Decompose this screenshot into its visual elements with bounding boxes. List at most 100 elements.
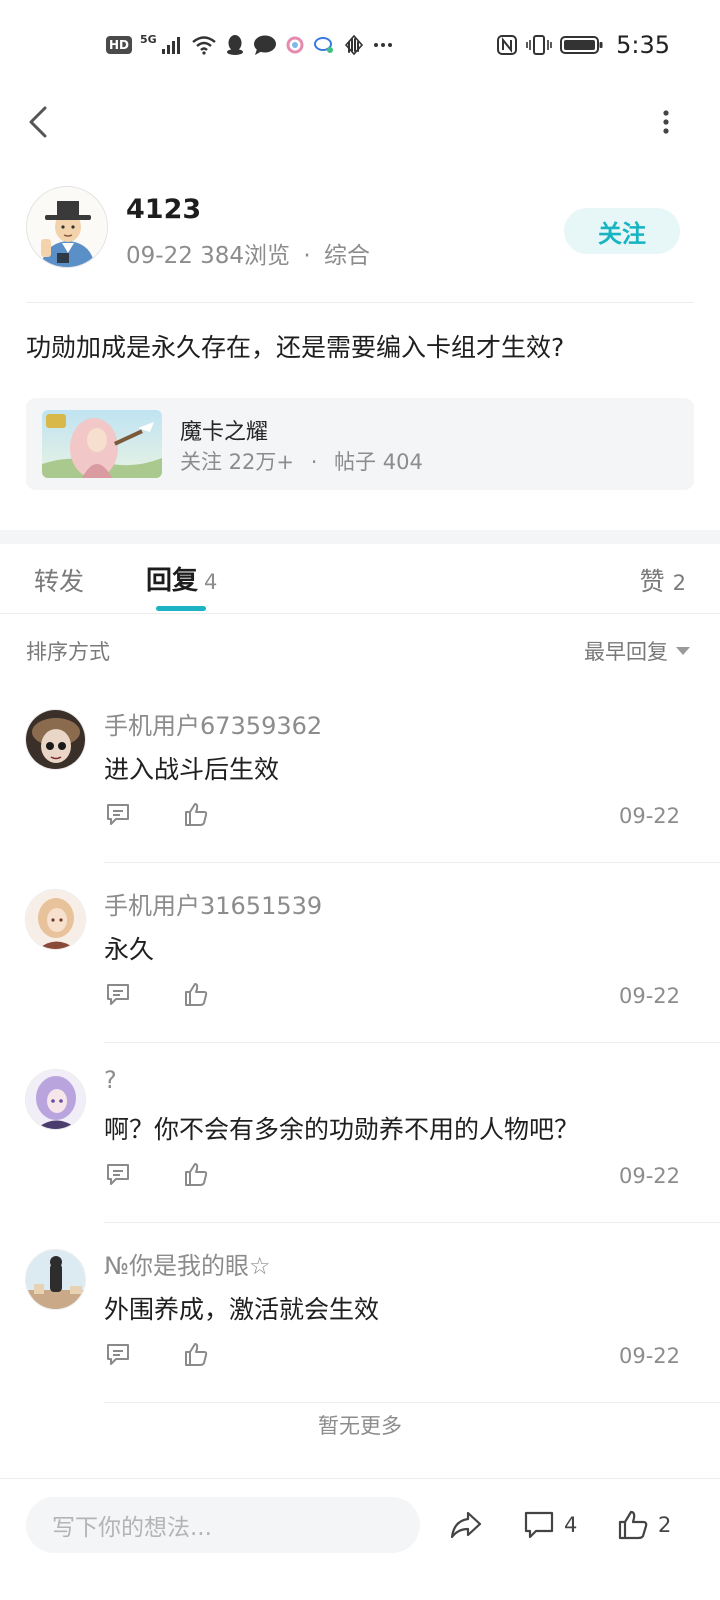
vertical-dots-icon <box>663 110 669 134</box>
reply-username[interactable]: 手机用户31651539 <box>104 886 322 921</box>
tab-reply-count: 4 <box>204 570 218 594</box>
more-notifications-icon <box>373 43 392 47</box>
reply-username[interactable]: №你是我的眼☆ <box>104 1246 270 1281</box>
tab-like-label: 赞 <box>639 567 665 596</box>
status-left-icons: HD 5G <box>106 30 393 60</box>
post-meta: 09-22 384浏览 · 综合 <box>126 236 370 270</box>
section-gap <box>0 530 720 544</box>
reply-comment-button[interactable] <box>104 1160 134 1190</box>
reply-item: 手机用户31651539 永久 09-22 <box>0 864 720 1044</box>
post-title: 功勋加成是永久存在，还是需要编入卡组才生效? <box>26 333 565 362</box>
hd-badge: HD <box>106 36 133 54</box>
author-avatar[interactable] <box>26 186 108 268</box>
reply-avatar[interactable] <box>25 1069 86 1130</box>
battery-icon <box>560 36 603 54</box>
reply-item: 手机用户67359362 进入战斗后生效 09-22 <box>0 684 720 864</box>
reply-comment-button[interactable] <box>104 980 134 1010</box>
message-icon <box>253 35 276 55</box>
network-type: 5G <box>140 32 157 46</box>
status-right-icons: 5:35 <box>496 30 670 60</box>
nfc-icon <box>497 35 518 55</box>
reply-date: 09-22 <box>618 1164 680 1188</box>
wifi-icon <box>191 36 216 55</box>
reply-avatar[interactable] <box>25 709 86 770</box>
tab-like[interactable]: 赞2 <box>640 562 686 598</box>
comment-icon <box>107 1164 129 1185</box>
reply-avatar[interactable] <box>25 1249 86 1310</box>
back-button[interactable] <box>18 98 58 146</box>
community-posts: 帖子 404 <box>334 450 423 474</box>
divider <box>104 862 720 863</box>
chat-bubble-icon <box>313 37 333 53</box>
reply-comment-button[interactable] <box>104 800 134 830</box>
tab-reply[interactable]: 回复 4 <box>146 560 217 597</box>
comment-icon <box>107 984 129 1005</box>
status-bar: HD 5G 5:35 <box>0 0 720 90</box>
tab-reply-label: 回复 <box>146 566 199 596</box>
sort-value: 最早回复 <box>584 640 668 664</box>
active-tab-indicator <box>156 606 206 611</box>
comment-input[interactable]: 写下你的想法... <box>26 1497 420 1553</box>
community-thumbnail <box>42 410 162 478</box>
divider <box>26 302 694 303</box>
interaction-tabs: 转发 回复 4 赞2 <box>0 544 720 614</box>
reply-item: ? 啊？你不会有多余的功勋养不用的人物吧？ 09-22 <box>0 1044 720 1224</box>
follow-button[interactable]: 关注 <box>564 208 680 254</box>
post-author-header: 4123 09-22 384浏览 · 综合 关注 <box>26 186 694 270</box>
reply-like-button[interactable] <box>182 800 212 830</box>
thumbs-up-icon <box>185 983 208 1006</box>
tab-like-count: 2 <box>672 571 686 595</box>
reply-like-button[interactable] <box>182 980 212 1010</box>
share-button[interactable] <box>448 1507 484 1543</box>
reply-text: 外围养成，激活就会生效 <box>104 1295 380 1324</box>
caret-down-icon <box>676 647 690 655</box>
bottom-action-bar: 写下你的想法... 4 2 <box>0 1478 720 1600</box>
post-category[interactable]: 综合 <box>324 243 370 269</box>
game-art-image <box>42 410 162 478</box>
community-name: 魔卡之耀 <box>180 420 269 445</box>
qq-icon <box>226 35 243 55</box>
reply-date: 09-22 <box>618 1344 680 1368</box>
thumbs-up-icon <box>185 1343 208 1366</box>
reply-comment-button[interactable] <box>104 1340 134 1370</box>
comments-button[interactable]: 4 <box>522 1505 577 1545</box>
avatar-illustration <box>26 1070 85 1129</box>
post-views: 384浏览 <box>200 243 291 269</box>
reply-like-button[interactable] <box>182 1340 212 1370</box>
thumbs-up-icon <box>185 803 208 826</box>
reply-text: 永久 <box>104 935 155 964</box>
community-followers: 关注 22万+ <box>180 450 294 474</box>
reply-actions: 09-22 <box>104 980 680 1016</box>
divider <box>104 1042 720 1043</box>
app-ring-icon <box>286 36 304 54</box>
reply-actions: 09-22 <box>104 1340 680 1376</box>
sort-dropdown[interactable]: 最早回复 <box>584 636 690 666</box>
like-count: 2 <box>658 1513 672 1537</box>
like-button[interactable]: 2 <box>616 1505 671 1545</box>
community-card[interactable]: 魔卡之耀 关注 22万+ · 帖子 404 <box>26 398 694 490</box>
share-icon <box>450 1511 482 1539</box>
avatar-illustration <box>26 890 85 949</box>
divider <box>104 1222 720 1223</box>
meta-separator: · <box>303 243 311 269</box>
reply-avatar[interactable] <box>25 889 86 950</box>
more-options-button[interactable] <box>646 98 686 146</box>
comment-icon <box>107 804 129 825</box>
vibrate-icon <box>526 35 552 55</box>
reply-username[interactable]: 手机用户67359362 <box>104 706 322 741</box>
reply-actions: 09-22 <box>104 1160 680 1196</box>
top-nav-bar <box>0 90 720 154</box>
reply-date: 09-22 <box>618 984 680 1008</box>
author-name[interactable]: 4123 <box>126 194 201 225</box>
tab-repost[interactable]: 转发 <box>34 562 84 598</box>
reply-actions: 09-22 <box>104 800 680 836</box>
reply-date: 09-22 <box>618 804 680 828</box>
reply-item: №你是我的眼☆ 外围养成，激活就会生效 09-22 <box>0 1224 720 1404</box>
avatar-illustration <box>26 1250 85 1309</box>
comment-count: 4 <box>564 1513 578 1537</box>
reply-like-button[interactable] <box>182 1160 212 1190</box>
avatar-illustration <box>27 187 107 267</box>
reply-text: 啊？你不会有多余的功勋养不用的人物吧？ <box>104 1115 580 1144</box>
reply-username[interactable]: ? <box>104 1066 117 1094</box>
end-of-list-text: 暂无更多 <box>318 1414 402 1438</box>
